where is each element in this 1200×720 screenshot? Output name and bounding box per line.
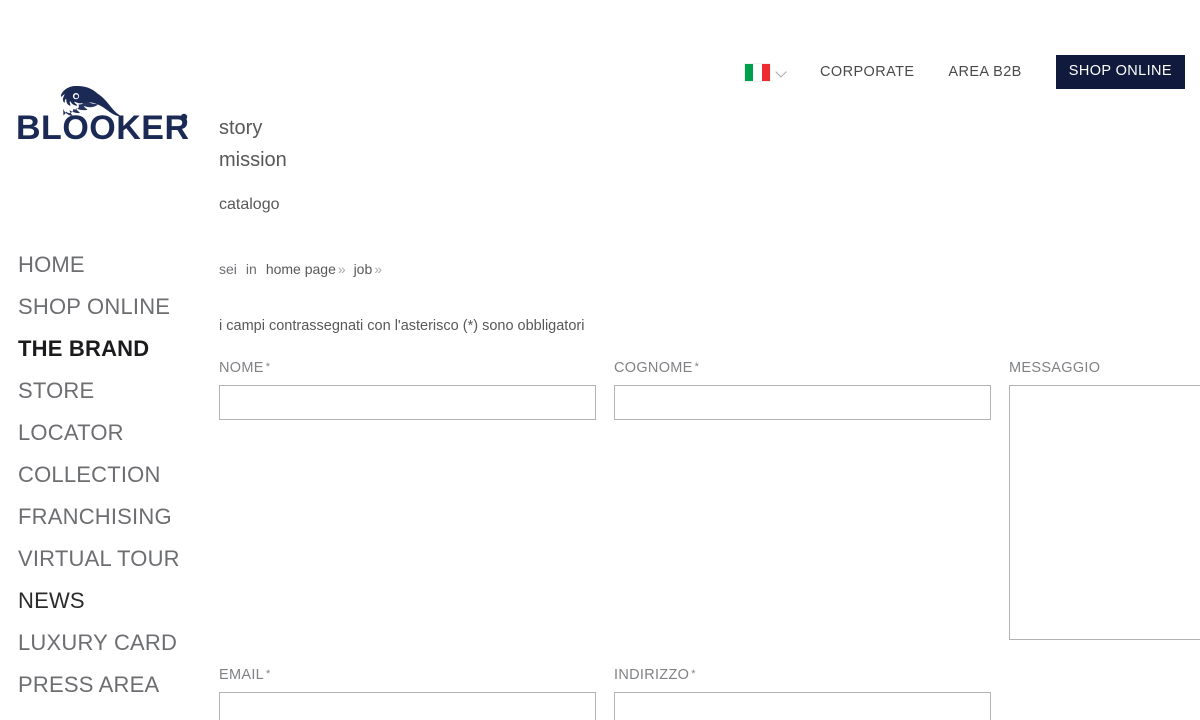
form-row-2: EMAIL * INDIRIZZO * bbox=[219, 667, 1200, 720]
label-email: EMAIL * bbox=[219, 667, 271, 683]
main-sidebar-nav: HOME SHOP ONLINE THE BRAND STORE LOCATOR… bbox=[18, 244, 208, 706]
breadcrumb-link-job[interactable]: job bbox=[354, 261, 373, 277]
sidebar-item-collection[interactable]: COLLECTION bbox=[18, 454, 208, 496]
chevron-down-icon bbox=[777, 67, 788, 78]
label-indirizzo: INDIRIZZO * bbox=[614, 667, 696, 683]
required-fields-note: i campi contrassegnati con l'asterisco (… bbox=[219, 318, 585, 334]
sidebar-item-franchising[interactable]: FRANCHISING bbox=[18, 496, 208, 538]
nome-input[interactable] bbox=[219, 385, 596, 420]
field-nome: NOME * bbox=[219, 360, 596, 645]
sidebar-item-luxury-card[interactable]: LUXURY CARD bbox=[18, 622, 208, 664]
messaggio-textarea[interactable] bbox=[1009, 385, 1200, 640]
subnav-item-catalogo[interactable]: catalogo bbox=[219, 194, 287, 216]
sidebar-item-press-area[interactable]: PRESS AREA bbox=[18, 664, 208, 706]
language-switcher[interactable] bbox=[745, 63, 788, 81]
breadcrumb: sei in home page» job» bbox=[219, 261, 386, 277]
breadcrumb-prefix-in: in bbox=[245, 261, 257, 277]
job-application-form: NOME * COGNOME * MESSAGGIO EMAIL * INDIR… bbox=[219, 360, 1200, 720]
sidebar-item-virtual-tour[interactable]: VIRTUAL TOUR bbox=[18, 538, 208, 580]
email-input[interactable] bbox=[219, 692, 596, 720]
top-utility-bar: CORPORATE AREA B2B SHOP ONLINE bbox=[745, 55, 1185, 89]
label-nome: NOME * bbox=[219, 360, 271, 376]
required-asterisk: * bbox=[694, 361, 700, 373]
required-asterisk: * bbox=[691, 668, 696, 680]
cognome-input[interactable] bbox=[614, 385, 991, 420]
top-link-area-b2b[interactable]: AREA B2B bbox=[948, 64, 1021, 80]
brand-logo[interactable]: BLOOKER bbox=[16, 82, 194, 144]
indirizzo-input[interactable] bbox=[614, 692, 991, 720]
svg-text:BLOOKER: BLOOKER bbox=[16, 109, 190, 144]
field-indirizzo: INDIRIZZO * bbox=[614, 667, 991, 720]
italian-flag-icon bbox=[745, 63, 771, 81]
shop-online-button[interactable]: SHOP ONLINE bbox=[1055, 55, 1185, 89]
page-root: CORPORATE AREA B2B SHOP ONLINE BLOOKER s… bbox=[0, 0, 1200, 720]
sidebar-item-news[interactable]: NEWS bbox=[18, 580, 208, 622]
sidebar-item-locator[interactable]: LOCATOR bbox=[18, 412, 208, 454]
field-email: EMAIL * bbox=[219, 667, 596, 720]
required-asterisk: * bbox=[266, 668, 271, 680]
top-link-corporate[interactable]: CORPORATE bbox=[820, 64, 914, 80]
subnav-item-story[interactable]: story bbox=[219, 112, 287, 144]
secondary-nav: story mission catalogo bbox=[219, 112, 287, 216]
field-messaggio: MESSAGGIO bbox=[1009, 360, 1200, 645]
breadcrumb-separator-2: » bbox=[374, 261, 383, 277]
breadcrumb-separator-1: » bbox=[337, 261, 346, 277]
label-messaggio: MESSAGGIO bbox=[1009, 360, 1101, 376]
sidebar-item-home[interactable]: HOME bbox=[18, 244, 208, 286]
breadcrumb-prefix-sei: sei bbox=[219, 261, 237, 277]
subnav-item-mission[interactable]: mission bbox=[219, 144, 287, 176]
form-row-1: NOME * COGNOME * MESSAGGIO bbox=[219, 360, 1200, 645]
sidebar-item-the-brand[interactable]: THE BRAND bbox=[18, 328, 208, 370]
sidebar-item-store[interactable]: STORE bbox=[18, 370, 208, 412]
sidebar-item-shop-online[interactable]: SHOP ONLINE bbox=[18, 286, 208, 328]
field-cognome: COGNOME * bbox=[614, 360, 991, 645]
blooker-wordmark: BLOOKER bbox=[16, 109, 190, 144]
required-asterisk: * bbox=[265, 361, 271, 373]
breadcrumb-link-home-page[interactable]: home page bbox=[266, 261, 336, 277]
label-cognome: COGNOME * bbox=[614, 360, 700, 376]
